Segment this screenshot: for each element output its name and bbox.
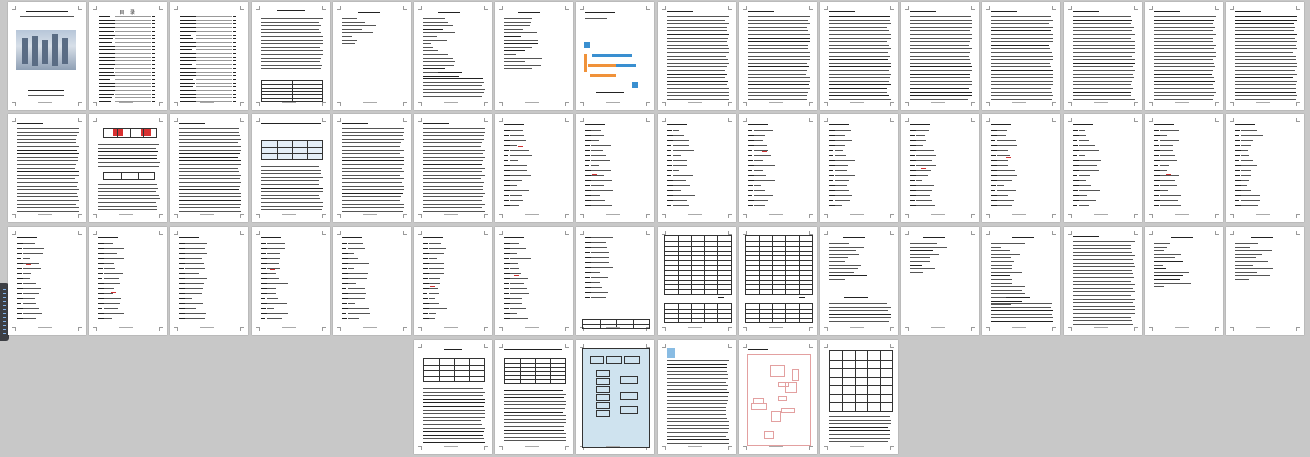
page-thumbnail[interactable] — [738, 227, 817, 335]
page-thumbnail[interactable] — [901, 2, 980, 110]
page-thumbnail[interactable] — [332, 2, 411, 110]
page-thumbnail[interactable] — [820, 340, 898, 454]
page-thumbnail[interactable] — [89, 227, 168, 335]
page-thumbnail[interactable] — [414, 2, 492, 110]
page-thumbnail[interactable] — [657, 2, 736, 110]
page-thumbnail[interactable] — [414, 340, 492, 454]
page-thumbnail[interactable] — [901, 227, 980, 335]
page-thumbnail[interactable] — [576, 114, 655, 222]
page-thumbnail[interactable] — [657, 340, 736, 454]
cover-building-image — [16, 30, 76, 70]
page-thumbnail[interactable] — [1144, 114, 1223, 222]
page-thumbnail[interactable] — [414, 114, 492, 222]
page-thumbnail[interactable] — [1226, 114, 1304, 222]
page-thumbnail[interactable] — [495, 340, 574, 454]
page-thumbnail[interactable] — [1144, 2, 1223, 110]
page-thumbnail[interactable] — [657, 114, 736, 222]
page-thumbnail[interactable] — [738, 2, 817, 110]
page-thumbnail[interactable] — [1063, 114, 1142, 222]
page-thumbnail[interactable]: 目 录 — [89, 2, 168, 110]
page-thumbnail[interactable] — [576, 227, 655, 335]
page-thumbnail[interactable] — [8, 227, 86, 335]
page-thumbnail[interactable] — [576, 340, 655, 454]
page-thumbnail[interactable] — [8, 2, 86, 110]
page-thumbnail[interactable] — [1144, 227, 1223, 335]
page-thumbnail[interactable] — [820, 227, 898, 335]
page-thumbnail[interactable] — [738, 340, 817, 454]
page-thumbnail[interactable] — [251, 227, 330, 335]
page-thumbnail[interactable] — [982, 227, 1061, 335]
page-thumbnail[interactable] — [170, 114, 249, 222]
page-thumbnail[interactable] — [982, 2, 1061, 110]
page-thumbnail[interactable] — [738, 114, 817, 222]
page-thumbnail[interactable] — [1063, 2, 1142, 110]
page-thumbnail[interactable] — [170, 227, 249, 335]
page-thumbnail[interactable] — [982, 114, 1061, 222]
page-thumbnail[interactable] — [1063, 227, 1142, 335]
page-thumbnail[interactable] — [251, 2, 330, 110]
page-thumbnail[interactable] — [1226, 2, 1304, 110]
page-thumbnail[interactable] — [901, 114, 980, 222]
page-thumbnail[interactable] — [1226, 227, 1304, 335]
page-thumbnail[interactable] — [251, 114, 330, 222]
page-thumbnail[interactable] — [332, 227, 411, 335]
page-thumbnail[interactable] — [495, 114, 574, 222]
page-thumbnail[interactable] — [495, 227, 574, 335]
page-thumbnail[interactable] — [820, 114, 898, 222]
page-thumbnail[interactable] — [414, 227, 492, 335]
page-thumbnail[interactable] — [820, 2, 898, 110]
page-thumbnail-grid: 目 录 — [0, 0, 1310, 457]
page-thumbnail[interactable] — [576, 2, 655, 110]
page-thumbnail[interactable] — [8, 114, 86, 222]
page-thumbnail[interactable] — [657, 227, 736, 335]
page-thumbnail[interactable] — [495, 2, 574, 110]
page-thumbnail[interactable] — [332, 114, 411, 222]
page-thumbnail[interactable] — [170, 2, 249, 110]
toc-title: 目 录 — [119, 10, 137, 16]
page-thumbnail[interactable] — [89, 114, 168, 222]
